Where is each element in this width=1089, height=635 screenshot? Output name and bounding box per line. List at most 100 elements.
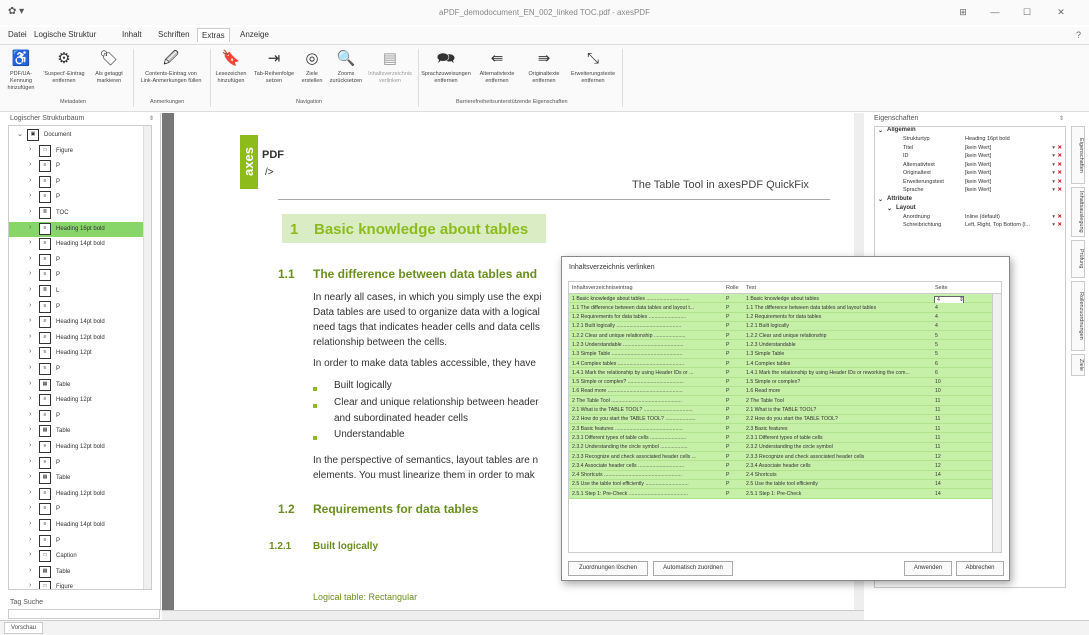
dropdown-arrow-icon[interactable]: ▾ [1052,145,1055,151]
remove-expansion-text-button[interactable]: ⤡ Erweiterungstexte entfernen [568,49,618,85]
property-row[interactable]: Anordnung Inline (default) ▾ ✕ [875,214,1065,223]
tree-node[interactable]: › ≡ Heading 12pt bold [9,440,143,455]
tree-node[interactable]: › ≡ Heading 12pt bold [9,487,143,502]
property-value[interactable]: [kein Wert] [965,170,991,176]
expand-toggle-icon[interactable]: › [29,208,31,215]
structure-tree[interactable]: ⌄ ▣ Document › □ Figure › ≡ P › ≡ P › ≡ P › ≣ TOC › ≡ Headin… [8,125,152,590]
tree-node[interactable]: › ≡ Heading 14pt bold [9,315,143,330]
remove-suspect-button[interactable]: ⚙ 'Suspect'-Eintrag entfernen [42,49,86,85]
property-value[interactable]: [kein Wert] [965,145,991,151]
expand-toggle-icon[interactable]: › [29,161,31,168]
set-tab-order-button[interactable]: ⇥ Tab-Reihenfolge setzen [252,49,296,85]
toc-mapping-table[interactable]: Inhaltsverzeichniseintrag Rolle Text Sei… [568,281,1002,553]
clear-assignments-button[interactable]: Zuordnungen löschen [568,561,648,576]
table-row[interactable]: 1.3 Simple Table .......................… [569,349,1001,360]
expand-toggle-icon[interactable]: › [29,224,31,231]
remove-alt-text-button[interactable]: ⇚ Alternativtexte entfernen [474,49,520,85]
tag-search-input[interactable] [8,609,160,619]
tree-node[interactable]: › ≡ P [9,456,143,471]
table-row[interactable]: 2 The Table Tool .......................… [569,396,1001,406]
minimize-button[interactable]: — [984,4,1006,20]
tree-node[interactable]: › □ Figure [9,144,143,159]
side-tab[interactable]: Eigenschaften [1071,126,1085,184]
property-value[interactable]: [kein Wert] [965,153,991,159]
property-row[interactable]: Titel [kein Wert] ▾ ✕ [875,145,1065,154]
section-layout[interactable]: ⌄ Layout [875,205,1065,214]
expand-toggle-icon[interactable]: › [29,442,31,449]
tree-node[interactable]: › ≡ Heading 12pt bold [9,331,143,346]
mark-tagged-button[interactable]: 🏷 Als getaggt markieren [88,49,130,85]
cancel-button[interactable]: Abbrechen [956,561,1004,576]
dropdown-arrow-icon[interactable]: ▾ [1052,170,1055,176]
table-row[interactable]: 1.2.3 Understandable ...................… [569,340,1001,350]
menu-extras[interactable]: Extras [197,28,230,42]
heading-1-highlight[interactable]: 1 Basic knowledge about tables [282,214,546,243]
expand-toggle-icon[interactable]: › [29,536,31,543]
table-row[interactable]: 1.2.1 Built logically ..................… [569,321,1001,332]
expand-toggle-icon[interactable]: › [29,286,31,293]
table-row[interactable]: 1.1 The difference between data tables a… [569,303,1001,313]
tree-node[interactable]: › ▦ Table [9,424,143,439]
expand-toggle-icon[interactable]: › [29,239,31,246]
expand-toggle-icon[interactable]: › [29,302,31,309]
tree-node[interactable]: › ≡ P [9,300,143,315]
menu-datei[interactable]: Datei [8,30,27,39]
expand-toggle-icon[interactable]: › [29,146,31,153]
table-row[interactable]: 1.2.2 Clear and unique relationship ....… [569,331,1001,341]
menu-inhalt[interactable]: Inhalt [122,30,142,39]
remove-languages-button[interactable]: 🗪 Sprachzuweisungen entfernen [420,49,472,85]
pdfua-id-button[interactable]: ♿ PDF/UA-Kennung hinzufügen [2,49,40,92]
dropdown-arrow-icon[interactable]: ▾ [1052,214,1055,220]
add-bookmarks-button[interactable]: 🔖 Lesezeichen hinzufügen [212,49,250,85]
expand-toggle-icon[interactable]: › [29,551,31,558]
table-row[interactable]: 2.2 How do you start the TABLE TOOL? ...… [569,414,1001,425]
expand-toggle-icon[interactable]: › [29,504,31,511]
table-row[interactable]: 2.5 Use the table tool efficiently .....… [569,479,1001,490]
expand-toggle-icon[interactable]: › [29,489,31,496]
spinner-icon[interactable]: ⇕ [959,296,964,303]
table-row[interactable]: 1 Basic knowledge about tables .........… [569,294,1001,304]
table-row[interactable]: 2.5.1 Step 1: Pre-Check ................… [569,489,1001,499]
preview-tab[interactable]: Vorschau [4,622,44,634]
property-row[interactable]: Originaltext [kein Wert] ▾ ✕ [875,170,1065,179]
menu-schriften[interactable]: Schriften [158,30,190,39]
tree-node[interactable]: › □ Caption [9,549,143,564]
tree-scrollbar[interactable] [143,126,151,589]
tree-node[interactable]: › ▦ Table [9,471,143,486]
tree-node[interactable]: › ≡ P [9,175,143,190]
remove-value-icon[interactable]: ✕ [1057,145,1062,151]
side-tab[interactable]: Prüfung [1071,240,1085,278]
tree-node[interactable]: › ≡ P [9,159,143,174]
table-row[interactable]: 1.6 Read more ..........................… [569,386,1001,397]
tree-node[interactable]: › ≡ Heading 12pt [9,393,143,408]
expand-toggle-icon[interactable]: › [29,582,31,589]
tree-node[interactable]: › ▦ Table [9,565,143,580]
expand-toggle-icon[interactable]: › [29,255,31,262]
tree-node[interactable]: › ≡ Heading 12pt [9,346,143,361]
property-value[interactable]: [kein Wert] [965,187,991,193]
tree-node[interactable]: › ≡ P [9,190,143,205]
expand-toggle-icon[interactable]: › [29,333,31,340]
menu-anzeige[interactable]: Anzeige [240,30,269,39]
tree-node[interactable]: › ≡ Heading 14pt bold [9,518,143,533]
property-row[interactable]: Alternativtext [kein Wert] ▾ ✕ [875,162,1065,171]
expand-toggle-icon[interactable]: › [29,270,31,277]
expand-toggle-icon[interactable]: › [29,567,31,574]
property-value[interactable]: Left, Right, Top Bottom (l... [965,222,1030,228]
dropdown-arrow-icon[interactable]: ▾ [1052,222,1055,228]
column-header-text[interactable]: Text [746,285,931,291]
tree-node[interactable]: ⌄ ▣ Document [9,128,143,143]
tree-node[interactable]: › ≡ P [9,409,143,424]
expand-toggle-icon[interactable]: › [29,177,31,184]
property-row[interactable]: Sprache [kein Wert] ▾ ✕ [875,187,1065,196]
table-row[interactable]: 1.2 Requirements for data tables .......… [569,312,1001,322]
tree-node[interactable]: › ≡ Heading 14pt bold [9,237,143,252]
column-header-toc-entry[interactable]: Inhaltsverzeichniseintrag [572,285,722,291]
tree-node[interactable]: › ≣ L [9,284,143,299]
create-destinations-button[interactable]: ◎ Ziele erstellen [298,49,326,85]
table-row[interactable]: 2.1 What is the TABLE TOOL? ............… [569,405,1001,415]
tree-node[interactable]: › ▦ Table [9,378,143,393]
menu-logische-struktur[interactable]: Logische Struktur [34,30,96,39]
property-value[interactable]: Inline (default) [965,214,1000,220]
fill-link-contents-button[interactable]: 🖉 Contents-Eintrag von Link-Anmerkungen f… [135,49,207,85]
